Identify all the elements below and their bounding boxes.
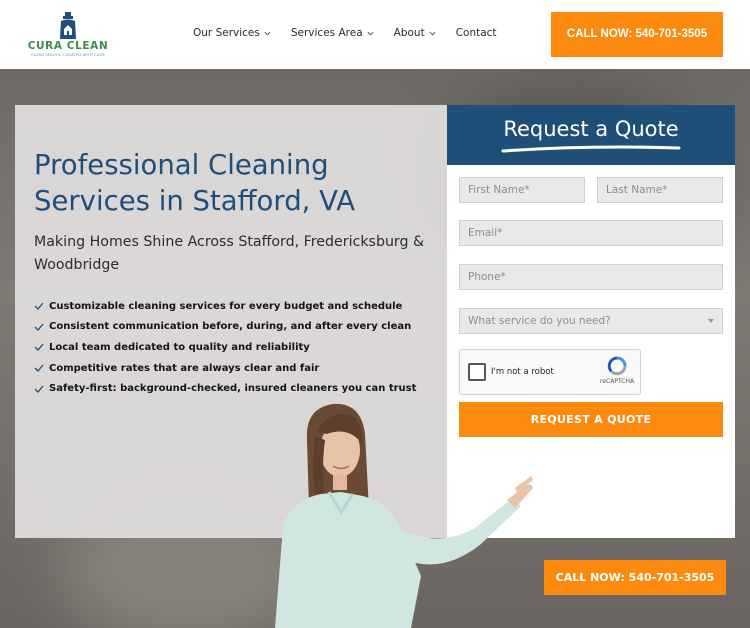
quote-form-header: Request a Quote xyxy=(447,105,735,165)
service-select[interactable]: What service do you need? xyxy=(459,308,723,334)
recaptcha-label: I'm not a robot xyxy=(491,367,554,377)
email-field[interactable]: Email* xyxy=(459,220,723,246)
hero-subheading: Making Homes Shine Across Stafford, Fred… xyxy=(34,234,425,273)
logo-wordmark: CURA CLEAN xyxy=(27,40,109,52)
recaptcha-widget: I'm not a robot reCAPTCHA xyxy=(459,349,641,395)
benefits-list: Customizable cleaning services for every… xyxy=(34,296,416,399)
main-nav: Our Services Services Area About Contact xyxy=(193,27,517,39)
checkmark-icon xyxy=(34,364,44,373)
benefit-text: Safety-first: background-checked, insure… xyxy=(49,383,417,395)
chevron-down-icon xyxy=(264,31,271,35)
checkmark-icon xyxy=(34,385,44,393)
service-select-value: What service do you need? xyxy=(468,315,611,327)
recaptcha-checkbox[interactable] xyxy=(468,363,486,381)
quote-form-title: Request a Quote xyxy=(503,117,679,141)
benefit-text: Customizable cleaning services for every… xyxy=(49,300,403,312)
dropdown-caret-icon xyxy=(708,319,714,323)
checkmark-icon xyxy=(34,323,44,331)
checkmark-icon xyxy=(34,344,44,352)
nav-our-services[interactable]: Our Services xyxy=(193,27,271,39)
chevron-down-icon xyxy=(367,31,374,35)
phone-field[interactable]: Phone* xyxy=(459,264,723,290)
benefit-text: Consistent communication before, during,… xyxy=(49,321,412,333)
list-item: Consistent communication before, during,… xyxy=(34,317,416,338)
logo-tagline: CLEAN SPACES, CURATED WITH CARE xyxy=(31,53,105,57)
nav-contact[interactable]: Contact xyxy=(456,27,497,39)
nav-services-area[interactable]: Services Area xyxy=(291,27,374,39)
nav-about[interactable]: About xyxy=(394,27,436,39)
checkmark-icon xyxy=(34,302,44,311)
call-now-button[interactable]: CALL NOW: 540-701-3505 xyxy=(551,12,723,57)
request-quote-button[interactable]: REQUEST A QUOTE xyxy=(459,402,723,437)
title-underline-decoration xyxy=(501,145,681,153)
benefit-text: Local team dedicated to quality and reli… xyxy=(49,341,310,353)
last-name-field[interactable]: Last Name* xyxy=(597,177,723,203)
nav-label: Contact xyxy=(455,27,497,39)
recaptcha-icon xyxy=(607,356,627,376)
site-header: CURA CLEAN CLEAN SPACES, CURATED WITH CA… xyxy=(0,0,750,69)
list-item: Customizable cleaning services for every… xyxy=(34,296,416,317)
spray-bottle-icon xyxy=(60,12,76,39)
list-item: Safety-first: background-checked, insure… xyxy=(34,378,416,399)
cura-clean-logo[interactable]: CURA CLEAN CLEAN SPACES, CURATED WITH CA… xyxy=(26,12,110,58)
nav-label: Our Services xyxy=(193,27,260,39)
recaptcha-brand: reCAPTCHA xyxy=(600,378,635,385)
nav-label: About xyxy=(393,27,425,39)
page-title: Professional Cleaning Services in Staffo… xyxy=(34,149,356,217)
floating-call-now-button[interactable]: CALL NOW: 540-701-3505 xyxy=(544,560,726,595)
list-item: Local team dedicated to quality and reli… xyxy=(34,337,416,358)
benefit-text: Competitive rates that are always clear … xyxy=(49,362,320,374)
list-item: Competitive rates that are always clear … xyxy=(34,358,416,379)
first-name-field[interactable]: First Name* xyxy=(459,177,585,203)
chevron-down-icon xyxy=(429,31,436,35)
nav-label: Services Area xyxy=(290,27,363,39)
